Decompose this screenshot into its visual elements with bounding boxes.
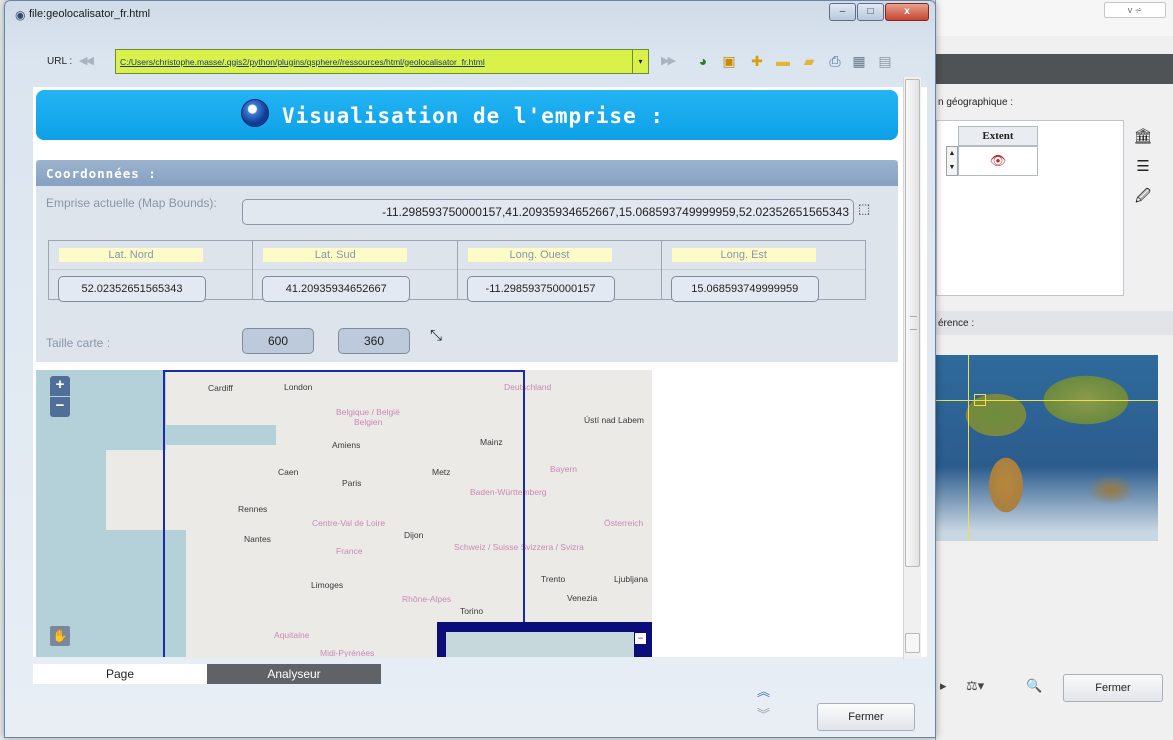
zoom-out-button[interactable]: − — [50, 397, 70, 417]
lat-nord-cell: Lat. Nord 52.02352651565343 — [49, 241, 254, 302]
map-label: Bayern — [550, 464, 577, 474]
lat-nord-field[interactable]: 52.02352651565343 — [58, 276, 206, 302]
eye-icon[interactable]: ◕ — [693, 51, 713, 71]
lat-sud-cell: Lat. Sud 41.20935934652667 — [253, 241, 458, 302]
emprise-label: Emprise actuelle (Map Bounds): — [46, 196, 217, 210]
resize-icon[interactable]: ⤡ — [430, 327, 452, 349]
reference-world-map[interactable] — [936, 355, 1158, 541]
sea-area — [36, 450, 106, 657]
lat-nord-label: Lat. Nord — [59, 248, 203, 262]
overview-map[interactable]: − — [437, 622, 652, 657]
maximize-button[interactable]: □ — [857, 3, 884, 21]
window-title: file:geolocalisator_fr.html — [29, 8, 151, 20]
edit-icon[interactable]: 🖉 — [1132, 188, 1154, 208]
emprise-field[interactable]: -11.298593750000157,41.20935934652667,15… — [242, 199, 854, 225]
coordinates-title: Coordonnées : — [46, 166, 157, 181]
pin-icon[interactable]: ✚ — [747, 51, 767, 71]
bookmark-icon[interactable]: ▣ — [719, 51, 739, 71]
map-label: Venezia — [567, 593, 598, 603]
long-est-cell: Long. Est 15.068593749999959 — [662, 241, 865, 302]
extent-column-header[interactable]: Extent — [958, 126, 1038, 146]
content-scrollbar[interactable] — [903, 77, 921, 659]
minimize-button[interactable]: – — [829, 3, 856, 21]
close-dialog-button[interactable]: Fermer — [817, 703, 915, 731]
geolocalisator-dialog: ◉ file:geolocalisator_fr.html – □ x URL … — [4, 0, 936, 738]
chevron-down-icon[interactable]: ︾ — [757, 704, 770, 723]
reference-label: érence : — [938, 318, 975, 329]
save-icon[interactable]: ▤ — [875, 51, 895, 71]
extent-eye-cell[interactable]: 👁 — [958, 146, 1038, 176]
eye-icon[interactable]: 👁 — [990, 153, 1007, 168]
map-extent-marker — [974, 394, 986, 406]
long-ouest-field[interactable]: -11.298593750000157 — [466, 276, 615, 302]
tab-analyseur[interactable]: Analyseur — [207, 664, 381, 684]
map-view[interactable]: Cardiff London Deutschland Belgique / Be… — [36, 370, 652, 657]
background-top-control[interactable]: v ⩫ — [1104, 2, 1166, 18]
layer-menu-icon[interactable]: ☰ — [1132, 156, 1154, 176]
eye-icon: ◉ — [15, 8, 26, 22]
background-toolbar: v ⩫ — [936, 0, 1173, 36]
lat-sud-label: Lat. Sud — [263, 248, 408, 262]
background-close-button[interactable]: Fermer — [1063, 674, 1163, 702]
map-label: Trento — [541, 574, 566, 584]
print-icon[interactable]: ⎙ — [825, 51, 845, 71]
lat-sud-field[interactable]: 41.20935934652667 — [262, 276, 411, 302]
coordinates-panel: Coordonnées : Emprise actuelle (Map Boun… — [36, 160, 898, 362]
map-bounds-rectangle — [163, 370, 525, 657]
map-label: Ústí nad Labem — [584, 415, 645, 425]
background-header-bar — [936, 54, 1173, 84]
url-toolbar: URL : ◀◀ ▾ ▶▶ ◕ ▣ ✚ ▬ ▰ ⎙ ▦ ▤ — [19, 45, 931, 79]
long-est-field[interactable]: 15.068593749999959 — [670, 276, 819, 302]
long-ouest-cell: Long. Ouest -11.298593750000157 — [458, 241, 662, 302]
url-dropdown-button[interactable]: ▾ — [633, 49, 649, 74]
scale-icon[interactable]: ⚖▾ — [966, 678, 984, 698]
search-icon[interactable]: 🔍 — [1026, 678, 1042, 698]
row-spinner[interactable]: ▲ ▼ — [946, 146, 958, 176]
zoom-in-button[interactable]: + — [50, 376, 70, 396]
map-crosshair-vertical — [968, 355, 969, 541]
extent-select-icon[interactable]: ⬚ — [858, 201, 880, 223]
folder-eye-icon[interactable]: ▰ — [799, 51, 819, 71]
overview-toggle-button[interactable]: − — [634, 632, 647, 645]
forward-icon[interactable]: ▶▶ — [661, 54, 676, 67]
lat-long-grid: Lat. Nord 52.02352651565343 Lat. Sud 41.… — [48, 240, 866, 302]
map-label: Österreich — [604, 518, 644, 528]
geo-section-label: n géographique : — [938, 97, 1014, 108]
arrow-icon[interactable]: ▸ — [940, 678, 947, 698]
coordinates-header: Coordonnées : — [36, 160, 898, 186]
scroll-down-button[interactable] — [905, 633, 920, 653]
web-content: Visualisation de l'emprise : Coordonnées… — [33, 87, 927, 657]
map-label: Ljubljana — [614, 574, 649, 584]
map-size-label: Taille carte : — [46, 336, 111, 350]
map-width-field[interactable]: 600 — [242, 328, 314, 354]
close-button[interactable]: x — [885, 3, 929, 21]
folder-icon[interactable]: ▬ — [773, 51, 793, 71]
scroll-grip — [910, 316, 917, 330]
url-label: URL : — [47, 56, 73, 67]
banner-title: Visualisation de l'emprise : — [282, 104, 665, 128]
globe-icon — [241, 99, 269, 127]
building-icon[interactable]: 🏛 — [1132, 126, 1154, 146]
title-bar[interactable]: ◉ file:geolocalisator_fr.html – □ x — [5, 1, 935, 31]
banner: Visualisation de l'emprise : — [36, 90, 898, 140]
xml-icon[interactable]: ▦ — [849, 51, 869, 71]
chevron-up-icon[interactable]: ︽ — [757, 681, 770, 700]
back-icon[interactable]: ◀◀ — [79, 54, 94, 67]
background-window: v ⩫ n géographique : Extent ▲ ▼ 👁 🏛 ☰ 🖉 é… — [935, 0, 1173, 740]
map-crosshair-horizontal — [936, 400, 1158, 401]
overview-map-view[interactable] — [446, 632, 634, 657]
long-ouest-label: Long. Ouest — [467, 248, 612, 262]
pan-hand-icon[interactable]: ✋ — [50, 626, 70, 646]
map-height-field[interactable]: 360 — [338, 328, 410, 354]
bottom-tabs: Page Analyseur — [33, 664, 383, 684]
scroll-thumb[interactable] — [905, 79, 920, 567]
tab-page[interactable]: Page — [33, 664, 207, 684]
long-est-label: Long. Est — [671, 248, 816, 262]
url-input[interactable] — [115, 49, 633, 74]
